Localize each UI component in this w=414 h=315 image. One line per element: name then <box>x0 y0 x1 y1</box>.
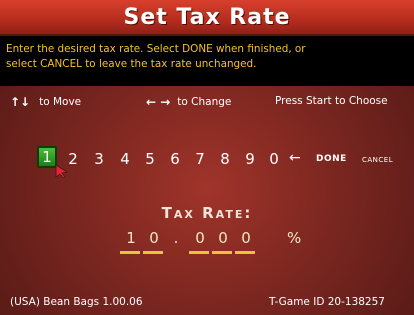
digit-key-4[interactable]: 4 <box>115 148 135 170</box>
up-down-arrows-icon: ↑↓ <box>10 95 31 109</box>
instructions-panel: Enter the desired tax rate. Select DONE … <box>0 36 414 86</box>
done-button[interactable]: DONE <box>316 149 347 169</box>
instruction-line-2: select CANCEL to leave the tax rate unch… <box>6 58 257 70</box>
game-version: (USA) Bean Bags 1.00.06 <box>10 296 143 308</box>
slot-underline <box>212 251 232 254</box>
game-screen: Set Tax Rate Enter the desired tax rate.… <box>0 0 414 315</box>
hint-change-label: to Change <box>177 96 232 108</box>
footer: (USA) Bean Bags 1.00.06 T-Game ID 20-138… <box>0 296 414 312</box>
hint-start: Press Start to Choose <box>275 95 388 107</box>
digit-key-5[interactable]: 5 <box>140 148 160 170</box>
pointer-cursor-icon <box>55 164 69 178</box>
left-arrow-icon[interactable]: ← <box>289 147 301 169</box>
controls-hint-row: ↑↓ to Move ← → to Change Press Start to … <box>0 95 414 111</box>
hint-start-label: Press Start to Choose <box>275 95 388 107</box>
page-title: Set Tax Rate <box>123 4 291 30</box>
title-bar: Set Tax Rate <box>0 0 414 36</box>
digit-key-1[interactable]: 1 <box>37 146 57 168</box>
instruction-line-1: Enter the desired tax rate. Select DONE … <box>6 43 306 55</box>
digit-key-7[interactable]: 7 <box>190 148 210 170</box>
hint-move: ↑↓ to Move <box>10 95 81 109</box>
tax-rate-fraction-digit-2: 0 <box>218 229 228 247</box>
slot-underline <box>189 251 209 254</box>
hint-move-label: to Move <box>39 96 82 108</box>
tax-rate-fraction-digit-3: 0 <box>241 229 251 247</box>
digit-key-0[interactable]: 0 <box>264 148 284 170</box>
tax-rate-label-text: Tax Rate: <box>161 204 253 222</box>
slot-underline <box>120 251 140 254</box>
digit-key-8[interactable]: 8 <box>215 148 235 170</box>
slot-underline <box>143 251 163 254</box>
digit-key-9[interactable]: 9 <box>240 148 260 170</box>
tax-rate-fraction-digit-1: 0 <box>195 229 205 247</box>
digit-key-6[interactable]: 6 <box>165 148 185 170</box>
percent-sign: % <box>287 229 302 247</box>
tax-rate-integer-digit-1: 1 <box>126 229 136 247</box>
slot-underline <box>235 251 255 254</box>
tax-rate-label: Tax Rate: <box>0 204 414 222</box>
cancel-button[interactable]: CANCEL <box>362 150 393 170</box>
game-id: T-Game ID 20-138257 <box>269 296 385 308</box>
tax-rate-integer-digit-2: 0 <box>149 229 159 247</box>
digit-key-3[interactable]: 3 <box>89 148 109 170</box>
decimal-point: . <box>173 229 179 247</box>
left-right-arrows-icon: ← → <box>146 95 171 109</box>
hint-change: ← → to Change <box>146 95 231 109</box>
